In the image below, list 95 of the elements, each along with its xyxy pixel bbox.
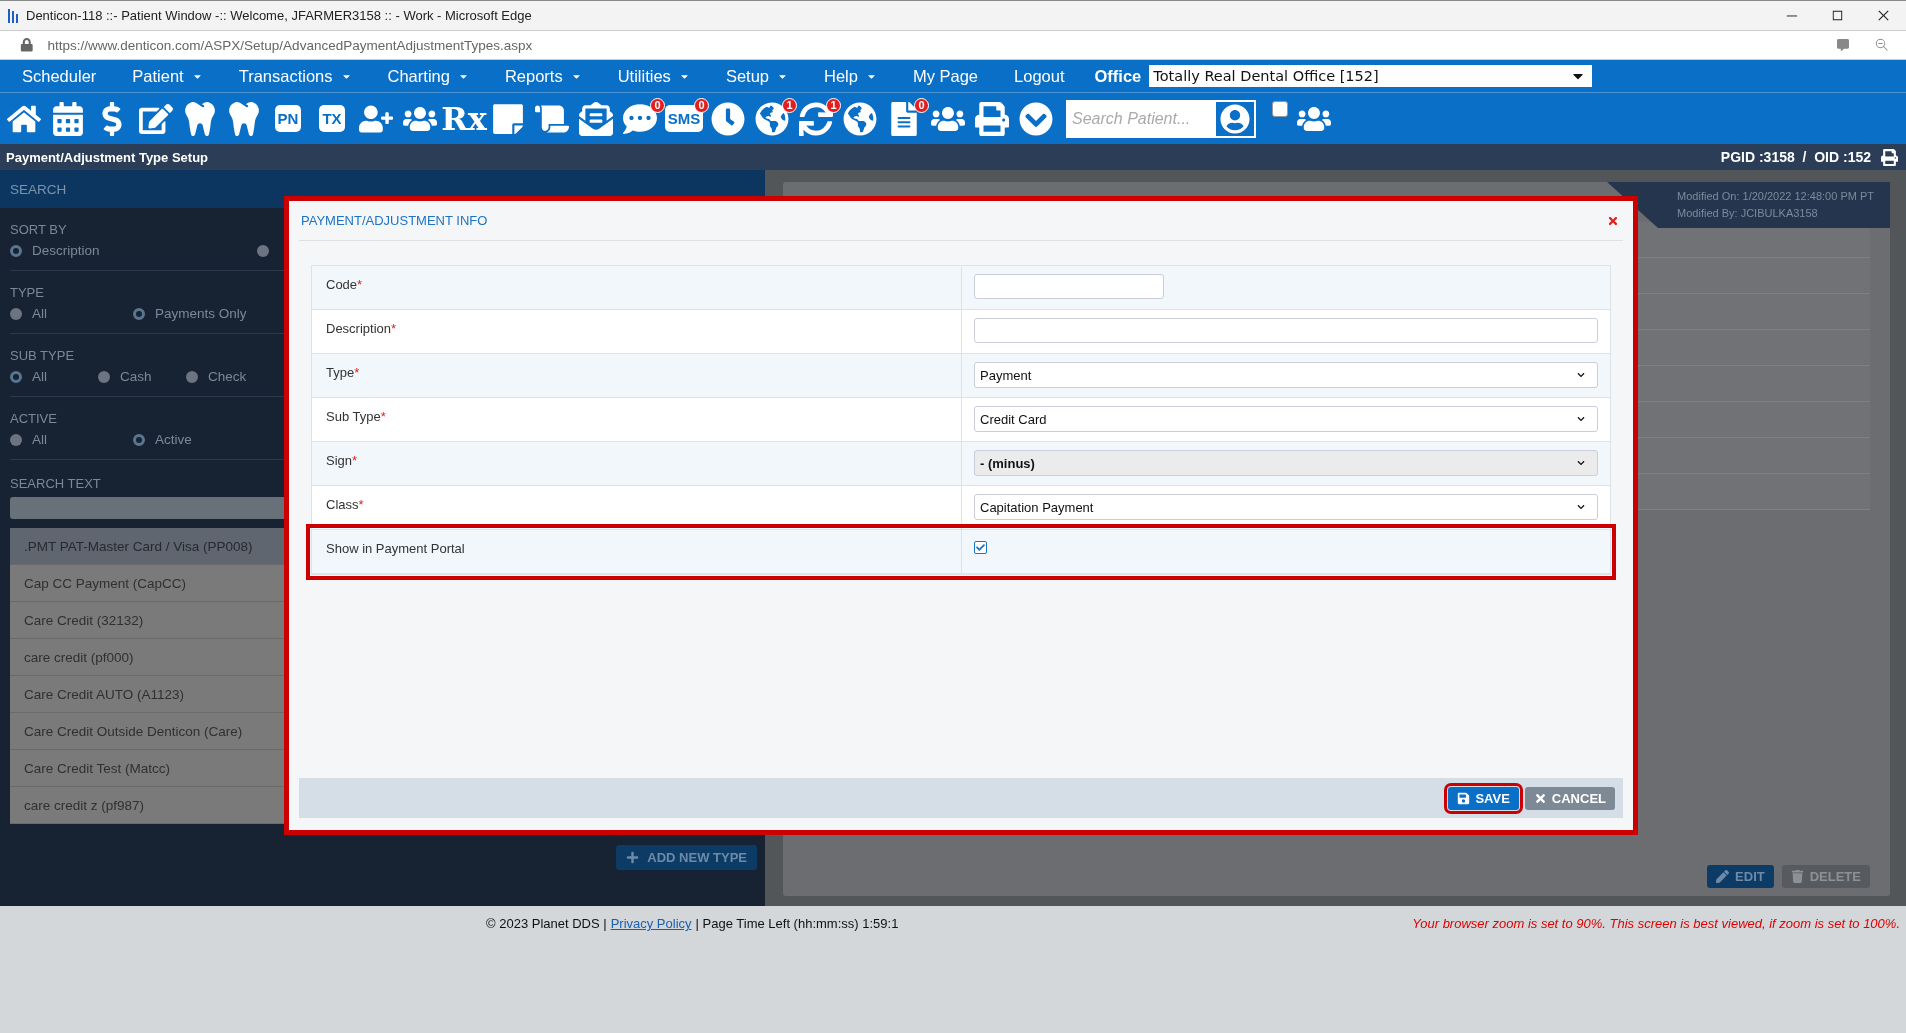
- radio-button[interactable]: [133, 307, 145, 320]
- count-badge: 0: [650, 97, 665, 113]
- menu-item[interactable]: Setup: [725, 66, 788, 86]
- page-title: Payment/Adjustment Type Setup: [6, 149, 209, 165]
- zoom-out-icon[interactable]: [1874, 38, 1888, 52]
- radio-button[interactable]: [133, 433, 145, 446]
- group-title: SEARCH TEXT: [10, 476, 101, 491]
- field-label: Show in Payment Portal: [312, 530, 962, 573]
- printer-icon[interactable]: [1881, 148, 1898, 166]
- menu-item[interactable]: Utilities: [617, 66, 690, 86]
- radio-button[interactable]: [98, 370, 110, 383]
- dropdown[interactable]: Credit Card: [974, 406, 1598, 432]
- toolbar-button[interactable]: PN: [274, 105, 302, 132]
- radio-label: Payments Only: [155, 306, 247, 321]
- save-icon: [1457, 791, 1471, 805]
- time-left-text: | Page Time Left (hh:mm:ss) 1:59:1: [695, 916, 899, 933]
- checkbox[interactable]: [1272, 101, 1288, 117]
- add-new-type-button[interactable]: ADD NEW TYPE: [616, 845, 757, 870]
- count-badge: 1: [782, 97, 797, 113]
- mail-icon[interactable]: [579, 101, 613, 136]
- app-logo-icon: [8, 8, 18, 23]
- user-icon: [1220, 103, 1250, 134]
- radio-label: All: [32, 306, 47, 321]
- chevron-icon: [1577, 503, 1585, 511]
- privacy-link[interactable]: Privacy Policy: [610, 916, 692, 1033]
- menu-item[interactable]: Help: [824, 66, 877, 86]
- field-label: Description*: [312, 310, 962, 353]
- menu-item[interactable]: Patient: [132, 66, 203, 86]
- field-label: Code*: [312, 266, 962, 309]
- lock-icon[interactable]: [20, 38, 34, 52]
- edit-button[interactable]: EDIT: [1707, 865, 1774, 888]
- chevron-icon: [1577, 459, 1585, 467]
- ids-label: PGID :3158 / OID :152: [1720, 149, 1871, 165]
- office-label: Office: [1094, 66, 1142, 86]
- group-title: SORT BY: [10, 222, 67, 237]
- calendar-icon[interactable]: [51, 101, 85, 136]
- count-badge: 0: [914, 97, 929, 113]
- menu-item[interactable]: Transactions: [238, 66, 352, 86]
- count-badge: 1: [826, 97, 841, 113]
- plus-icon: [626, 851, 640, 864]
- tooth-icon[interactable]: [227, 101, 261, 136]
- radio-button[interactable]: [10, 307, 22, 320]
- group-title: ACTIVE: [10, 411, 57, 426]
- radio-label: Cash: [120, 369, 152, 384]
- field-label: Sign*: [312, 442, 962, 485]
- radio-button[interactable]: [257, 244, 269, 257]
- checkbox[interactable]: [974, 541, 987, 554]
- window-title: Denticon-118 ::- Patient Window -:: Welcome, JFARMER3158 :: - Work - Microsoft Edge: [26, 8, 533, 23]
- radio-button[interactable]: [10, 244, 22, 257]
- dropdown[interactable]: Capitation Payment: [974, 494, 1598, 520]
- copyright-text: © 2023 Planet DDS |: [486, 916, 607, 933]
- menu-item[interactable]: Reports: [504, 66, 582, 86]
- text-input[interactable]: [974, 274, 1164, 299]
- text-input[interactable]: [974, 318, 1598, 343]
- chevron-icon: [1577, 415, 1585, 423]
- field-label: Sub Type*: [312, 398, 962, 441]
- radio-label: All: [32, 432, 47, 447]
- sync-icon[interactable]: [799, 101, 833, 136]
- menu-item[interactable]: Logout: [1014, 66, 1065, 86]
- globe-icon[interactable]: [843, 101, 877, 136]
- chevron-icon: [1577, 371, 1585, 379]
- chevrons-icon[interactable]: [1019, 101, 1053, 136]
- field-label: Type*: [312, 354, 962, 397]
- radio-label: Description: [32, 243, 100, 258]
- group-title: SUB TYPE: [10, 348, 75, 363]
- zoom-warning: Your browser zoom is set to 90%. This screen is best viewed, if zoom is set to 100%.: [1412, 916, 1900, 933]
- printer-icon[interactable]: [975, 101, 1009, 136]
- patient-search-field[interactable]: Search Patient...: [1066, 99, 1216, 138]
- check-icon: [976, 543, 985, 552]
- cancel-button[interactable]: CANCEL: [1524, 786, 1615, 810]
- count-badge: 0: [694, 97, 709, 113]
- group-title: TYPE: [10, 285, 44, 300]
- toolbar-button[interactable]: TX: [319, 105, 345, 132]
- radio-label: All: [32, 369, 47, 384]
- menu-item[interactable]: My Page: [912, 66, 979, 86]
- dropdown[interactable]: Payment: [974, 362, 1598, 388]
- note-icon[interactable]: [491, 101, 525, 136]
- rx-button[interactable]: Rx: [441, 99, 487, 138]
- chat-icon[interactable]: [623, 101, 657, 136]
- menu-item[interactable]: Scheduler: [22, 66, 97, 86]
- radio-button[interactable]: [10, 370, 22, 383]
- patient-search-button[interactable]: [1216, 99, 1256, 138]
- close-icon: [1533, 791, 1547, 805]
- trash-icon: [1790, 870, 1804, 883]
- clock-icon[interactable]: [711, 101, 745, 136]
- office-select[interactable]: Totally Real Dental Office [152]: [1149, 65, 1593, 87]
- radio-button[interactable]: [10, 433, 22, 446]
- radio-label: Check: [208, 369, 247, 384]
- edit-icon[interactable]: [139, 101, 173, 136]
- radio-button[interactable]: [186, 370, 198, 383]
- dialog-title: PAYMENT/ADJUSTMENT INFO: [301, 213, 488, 228]
- menu-item[interactable]: Charting: [387, 66, 469, 86]
- pencil-icon: [1716, 870, 1730, 883]
- radio-label: Active: [155, 432, 192, 447]
- tooth-icon[interactable]: [183, 101, 217, 136]
